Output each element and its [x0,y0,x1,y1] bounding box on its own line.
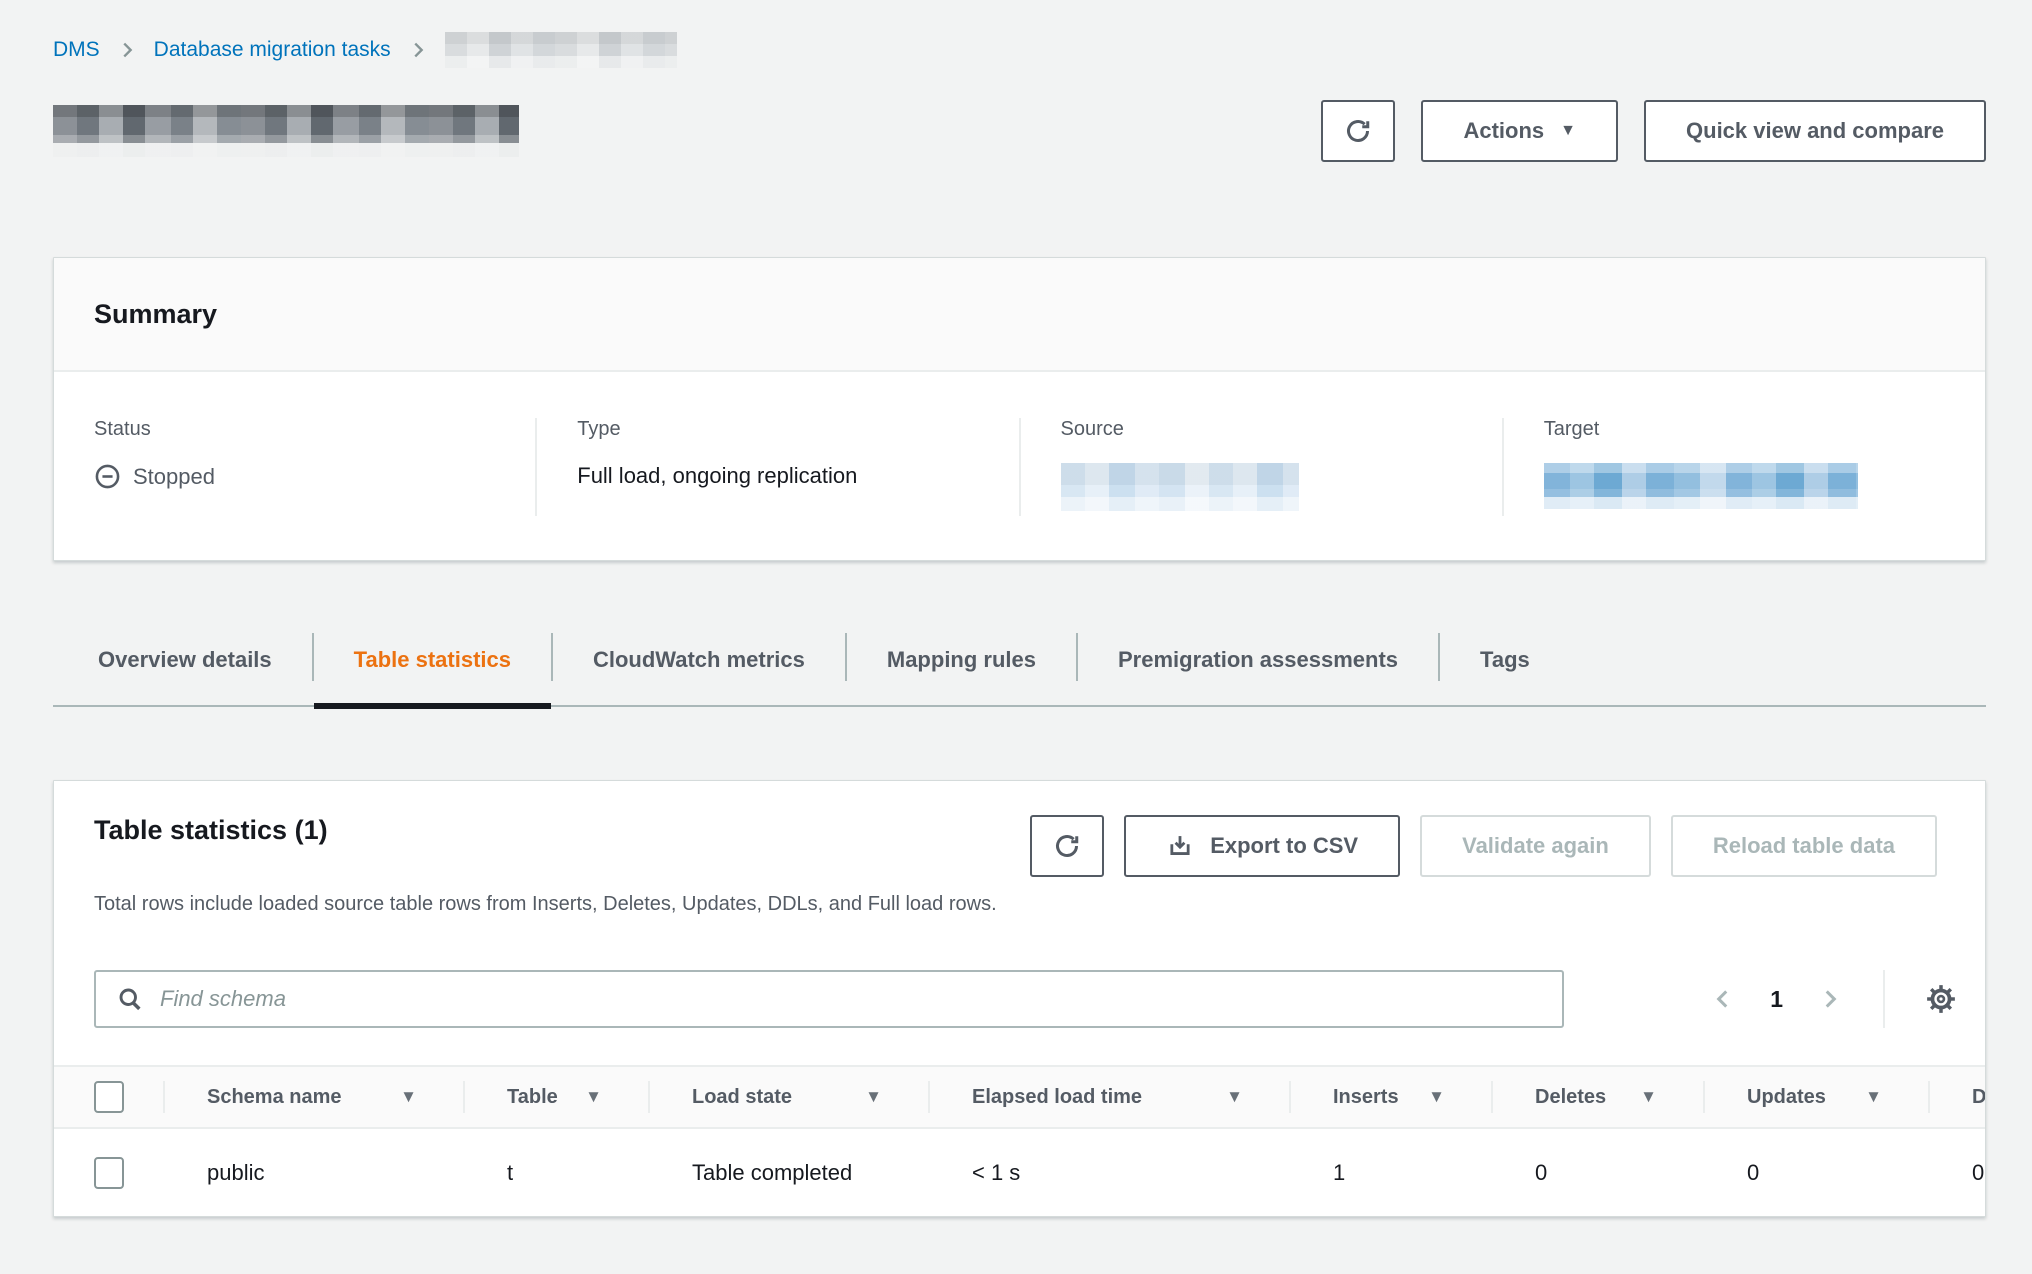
type-value: Full load, ongoing replication [577,463,978,489]
tab-mapping-rules[interactable]: Mapping rules [847,627,1076,705]
previous-page-button[interactable] [1710,986,1736,1012]
quick-view-label: Quick view and compare [1686,118,1944,144]
pagination: 1 [1710,970,1957,1028]
table-header-row: Schema name▼ Table▼ Load state▼ Elapsed … [54,1066,1985,1128]
tab-overview-details[interactable]: Overview details [53,627,312,705]
tab-table-statistics[interactable]: Table statistics [314,627,551,705]
schema-search-box [94,970,1564,1028]
row-checkbox[interactable] [94,1157,124,1189]
tab-premigration-assessments[interactable]: Premigration assessments [1078,627,1438,705]
task-detail-tabs: Overview details Table statistics CloudW… [53,627,1986,707]
refresh-icon [1052,831,1082,861]
stopped-status-icon [94,463,121,490]
sort-icon: ▼ [865,1087,882,1107]
table-statistics-title: Table statistics (1) [94,815,328,846]
chevron-down-icon: ▼ [1560,123,1576,139]
table-row: public t Table completed < 1 s 1 0 0 0 [54,1128,1985,1216]
cell-elapsed-load-time: < 1 s [928,1128,1289,1216]
settings-gear-icon[interactable] [1925,983,1957,1015]
validate-again-label: Validate again [1462,833,1609,859]
summary-field-status: Status Stopped [54,418,535,516]
cell-deletes: 0 [1491,1128,1703,1216]
sort-icon: ▼ [1226,1087,1243,1107]
type-label: Type [577,418,978,441]
next-page-button[interactable] [1817,986,1843,1012]
table-statistics-panel: Table statistics (1) Export to CSV Valid… [53,780,1986,1217]
refresh-button[interactable] [1321,100,1395,162]
page-title-redacted [53,105,519,157]
breadcrumb: DMS Database migration tasks [53,30,1986,70]
sort-icon: ▼ [1640,1087,1657,1107]
page-header: Actions ▼ Quick view and compare [53,100,1986,162]
column-header-schema-name[interactable]: Schema name▼ [163,1066,463,1128]
cell-updates: 0 [1703,1128,1928,1216]
search-icon [116,985,144,1013]
validate-again-button[interactable]: Validate again [1420,815,1651,877]
cell-table: t [463,1128,648,1216]
table-statistics-description: Total rows include loaded source table r… [54,877,1985,917]
reload-table-data-label: Reload table data [1713,833,1895,859]
find-schema-input[interactable] [160,986,1542,1012]
select-all-checkbox[interactable] [94,1081,124,1113]
column-header-table[interactable]: Table▼ [463,1066,648,1128]
status-value: Stopped [133,464,215,490]
download-icon [1166,832,1194,860]
breadcrumb-link-dms[interactable]: DMS [53,38,100,62]
table-statistics-table: Schema name▼ Table▼ Load state▼ Elapsed … [54,1065,1985,1216]
column-header-deletes[interactable]: Deletes▼ [1491,1066,1703,1128]
sort-icon: ▼ [1865,1087,1882,1107]
target-label: Target [1544,418,1945,441]
cell-schema-name: public [163,1128,463,1216]
column-header-elapsed-load-time[interactable]: Elapsed load time▼ [928,1066,1289,1128]
summary-field-source: Source [1019,418,1502,516]
summary-field-type: Type Full load, ongoing replication [535,418,1018,516]
actions-button-label: Actions [1463,118,1544,144]
cell-inserts: 1 [1289,1128,1491,1216]
reload-table-data-button[interactable]: Reload table data [1671,815,1937,877]
export-to-csv-button[interactable]: Export to CSV [1124,815,1400,877]
column-header-ddls[interactable]: D [1928,1066,1985,1128]
actions-button[interactable]: Actions ▼ [1421,100,1618,162]
breadcrumb-link-tasks[interactable]: Database migration tasks [154,38,391,62]
breadcrumb-task-name-redacted [445,32,677,68]
table-refresh-button[interactable] [1030,815,1104,877]
quick-view-and-compare-button[interactable]: Quick view and compare [1644,100,1986,162]
column-header-load-state[interactable]: Load state▼ [648,1066,928,1128]
target-value-redacted[interactable] [1544,463,1858,509]
tab-tags[interactable]: Tags [1440,627,1570,705]
chevron-right-icon [407,39,429,61]
column-header-updates[interactable]: Updates▼ [1703,1066,1928,1128]
source-value-redacted[interactable] [1061,463,1299,511]
refresh-icon [1343,116,1373,146]
source-label: Source [1061,418,1462,441]
export-to-csv-label: Export to CSV [1210,833,1358,859]
table-statistics-table-wrap: Schema name▼ Table▼ Load state▼ Elapsed … [54,1065,1985,1216]
pagination-divider [1883,970,1885,1028]
sort-icon: ▼ [400,1087,417,1107]
status-label: Status [94,418,495,441]
chevron-right-icon [116,39,138,61]
column-header-inserts[interactable]: Inserts▼ [1289,1066,1491,1128]
summary-panel: Summary Status Stopped Type Full load, o… [53,257,1986,561]
sort-icon: ▼ [585,1087,602,1107]
cell-ddls: 0 [1928,1128,1985,1216]
summary-field-target: Target [1502,418,1985,516]
sort-icon: ▼ [1428,1087,1445,1107]
page-number[interactable]: 1 [1770,986,1783,1013]
cell-load-state: Table completed [648,1128,928,1216]
tab-cloudwatch-metrics[interactable]: CloudWatch metrics [553,627,845,705]
summary-title: Summary [94,299,217,330]
